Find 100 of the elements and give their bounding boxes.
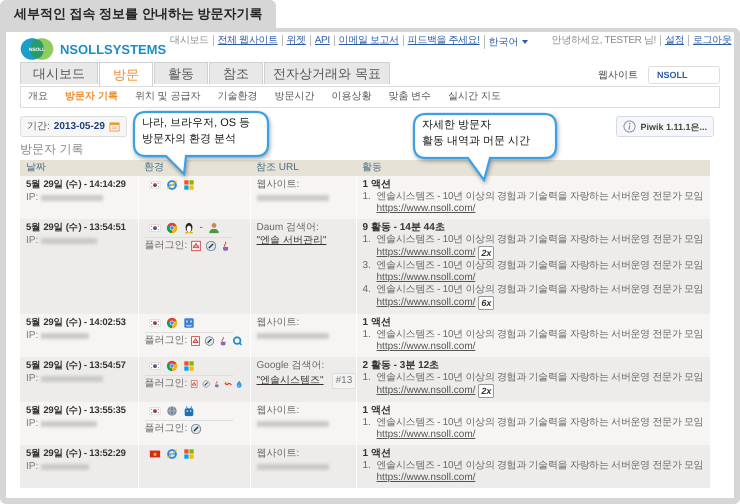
subnav-link[interactable]: 방문시간 [274, 91, 314, 103]
keyword-link[interactable]: "엔솔 서버관리" [256, 235, 326, 247]
tab[interactable]: 전자상거래와 목표 [264, 62, 390, 84]
blurred-text [41, 238, 98, 244]
nav-link[interactable]: 전체 웹사이트 [212, 35, 282, 46]
url-link[interactable]: https://www.nsoll.com/ [376, 429, 476, 441]
plugins-label: 플러그인: [144, 335, 188, 347]
count-badge: 6x [478, 296, 494, 310]
period-button[interactable]: 기간: 2013-05-29 [20, 116, 127, 137]
compass-icon [190, 423, 202, 435]
tab[interactable]: 참조 [209, 62, 263, 84]
greeting-text: 안녕하세요, TESTER 님! [550, 35, 657, 46]
nav-link[interactable]: 설정 [660, 35, 688, 46]
separator-text: - [200, 222, 203, 234]
item-number: 1. [362, 191, 372, 204]
activity-summary: 9 활동 - 14분 44초 [362, 222, 445, 234]
flag-icon [148, 317, 160, 329]
segmented-circle-icon [166, 360, 178, 372]
subnav-link[interactable]: 맞춤 변수 [388, 91, 432, 103]
window-grid-icon [182, 448, 194, 460]
face-icon [182, 317, 194, 329]
referrer-label: 웹사이트: [256, 179, 300, 191]
nav-link[interactable]: 피드백을 주세요! [402, 35, 484, 46]
url-link[interactable]: https://www.nsoll.com/ [376, 203, 476, 215]
drop-icon [235, 378, 244, 390]
window-grid-icon [182, 179, 194, 191]
keyword-link[interactable]: "엔솔시스템즈" [256, 375, 324, 387]
ring-icon [232, 335, 244, 347]
blurred-text [256, 333, 328, 339]
subnav-link[interactable]: 개요 [28, 91, 48, 103]
item-number: 1. [362, 234, 372, 247]
nav-link[interactable]: API [310, 35, 334, 46]
penguin-icon [182, 222, 194, 234]
item-number: 4. [362, 284, 372, 297]
ip-label: IP: [26, 418, 38, 430]
page-title-text: 엔솔시스템즈 - 10년 이상의 경험과 기술력을 자랑하는 서버운영 전문가 모임 [376, 234, 704, 246]
item-number: 1. [362, 372, 372, 385]
tab[interactable]: 대시보드 [20, 62, 98, 84]
ring-icon [166, 448, 178, 460]
blurred-text [41, 376, 104, 382]
nav-link[interactable]: 위젯 [282, 35, 310, 46]
website-label: 웹사이트 [598, 69, 638, 82]
tab[interactable]: 활동 [154, 62, 208, 84]
subnav-link[interactable]: 위치 및 공급자 [134, 91, 200, 103]
visit-date: 5월 29일 (수) - 13:52:29 [26, 448, 127, 460]
segmented-circle-icon [166, 317, 178, 329]
subnav-link[interactable]: 실시간 지도 [448, 91, 501, 103]
blurred-text [41, 464, 90, 470]
url-link[interactable]: https://www.nsoll.com/ [376, 247, 476, 259]
ring-icon [166, 179, 178, 191]
caret-icon [522, 40, 528, 44]
column-header: 활동 [362, 162, 382, 173]
notice-button[interactable]: Piwik 1.11.1은... [616, 116, 714, 137]
flag-icon [148, 222, 160, 234]
blurred-text [256, 195, 328, 201]
referrer-label: Google 검색어: [256, 360, 326, 372]
item-number: 1. [362, 417, 372, 430]
url-link[interactable]: https://www.nsoll.com/ [376, 472, 476, 484]
blurred-text [41, 421, 98, 427]
referrer-label: 웹사이트: [256, 317, 300, 329]
nav-link[interactable]: 이메일 보고서 [334, 35, 403, 46]
activity-summary: 1 액션 [362, 317, 391, 329]
window-grid-icon [182, 360, 194, 372]
website-field[interactable]: NSOLL [648, 66, 720, 84]
nav-link[interactable]: 로그아웃 [688, 35, 734, 46]
item-number: 1. [362, 460, 372, 473]
plugins-label: 플러그인: [144, 378, 188, 390]
callout-text: 나라, 브라우저, OS 등 방문자의 환경 분석 [141, 116, 252, 147]
language-dropdown[interactable]: 한국어 [484, 35, 532, 49]
flag-icon [148, 360, 160, 372]
plugins-label: 플러그인: [144, 240, 188, 252]
flag-icon [148, 405, 160, 417]
url-link[interactable]: https://www.nsoll.com/ [376, 385, 476, 397]
plugins-label: 플러그인: [144, 423, 188, 435]
flag-icon [148, 179, 160, 191]
cup-icon [212, 378, 222, 390]
document-icon [190, 335, 202, 347]
page-title-text: 엔솔시스템즈 - 10년 이상의 경험과 기술력을 자랑하는 서버운영 전문가 모임 [376, 417, 704, 429]
calendar-icon [108, 121, 120, 132]
activity-summary: 1 액션 [362, 179, 391, 191]
ip-label: IP: [26, 235, 38, 247]
blurred-text [256, 464, 328, 470]
subnav-link[interactable]: 기술환경 [217, 91, 258, 103]
page-title-text: 엔솔시스템즈 - 10년 이상의 경험과 기술력을 자랑하는 서버운영 전문가 모임 [376, 460, 704, 472]
globe-icon [166, 405, 178, 417]
ip-label: IP: [26, 192, 38, 204]
nav-link[interactable]: 대시보드 [166, 35, 213, 46]
subnav-link[interactable]: 이용상황 [331, 91, 372, 103]
person-icon [208, 222, 220, 234]
visit-date: 5월 29일 (수) - 13:54:57 [26, 360, 127, 372]
visit-date: 5월 29일 (수) - 14:14:29 [26, 179, 127, 191]
page-title-text: 엔솔시스템즈 - 10년 이상의 경험과 기술력을 자랑하는 서버운영 전문가 모임 [376, 260, 704, 272]
page-title-text: 엔솔시스템즈 - 10년 이상의 경험과 기술력을 자랑하는 서버운영 전문가 모임 [376, 329, 704, 341]
url-link[interactable]: https://www.nsoll.com/ [376, 341, 476, 353]
flag-icon [148, 448, 160, 460]
url-link[interactable]: https://www.nsoll.com/ [376, 297, 476, 309]
column-header: 환경 [144, 162, 164, 173]
column-header: 참조 URL [256, 162, 299, 173]
referrer-label: 웹사이트: [256, 448, 300, 460]
url-link[interactable]: https://www.nsoll.com/ [376, 272, 476, 284]
